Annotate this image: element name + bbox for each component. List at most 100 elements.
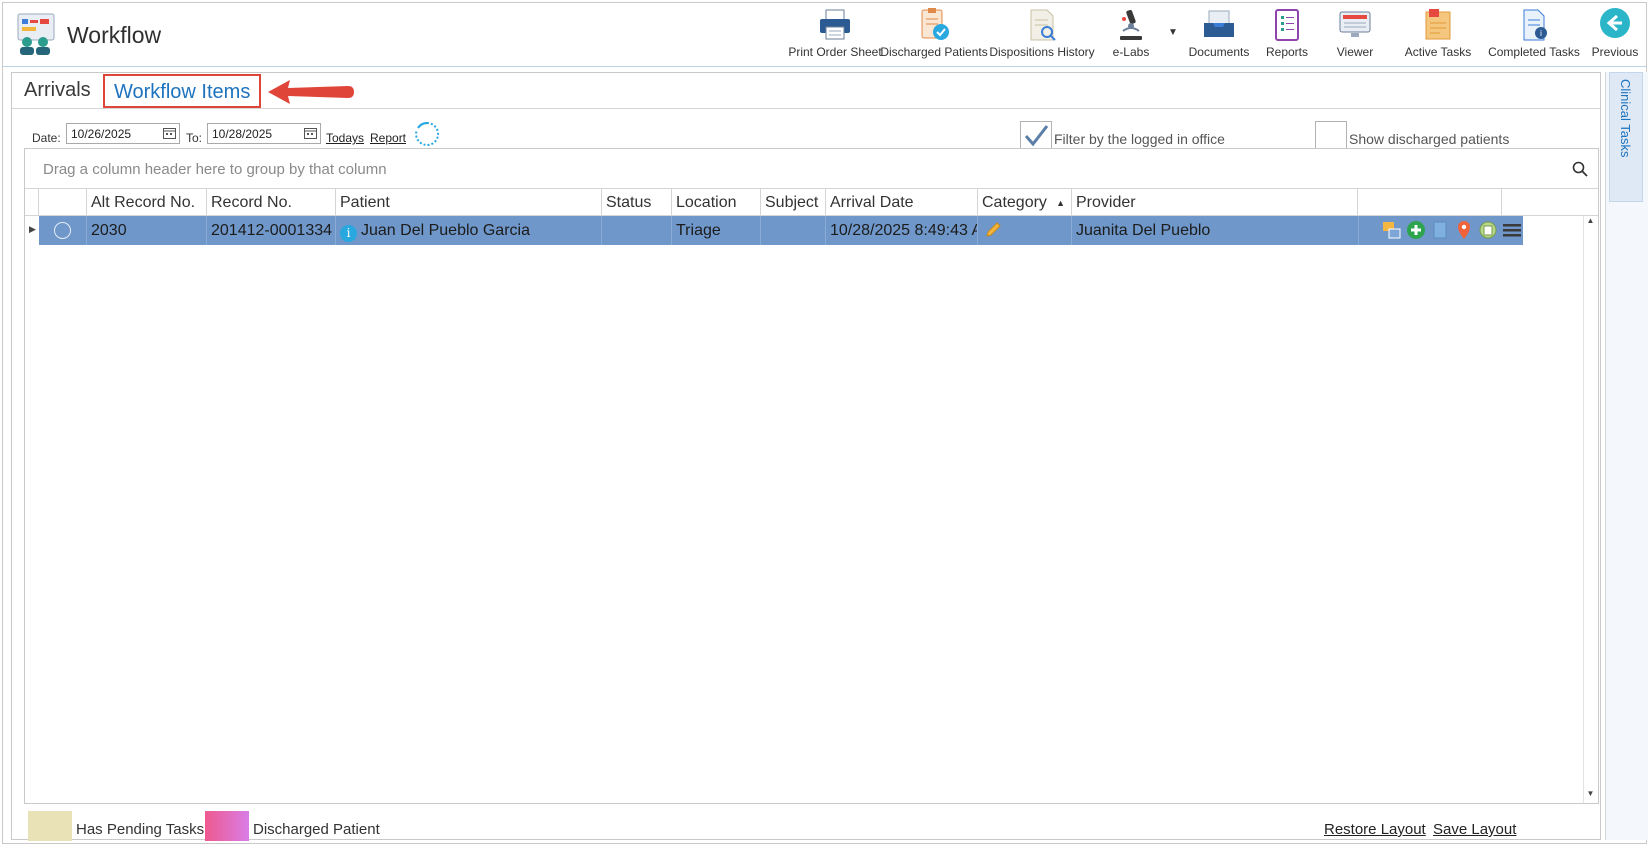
dispositions-history-icon: [1030, 9, 1056, 41]
annotation-arrow-icon: [268, 80, 354, 104]
report-link[interactable]: Report: [370, 131, 406, 145]
table-row[interactable]: 2030 201412-0001334 i Juan Del Pueblo Gar…: [39, 216, 1523, 245]
header-category-label: Category: [982, 194, 1047, 211]
toolbar-label: Previous: [1591, 45, 1639, 59]
microscope-icon: [1120, 9, 1142, 40]
chevron-down-icon: ▼: [1168, 27, 1178, 38]
header-patient[interactable]: Patient: [336, 189, 602, 216]
completed-tasks-icon: i: [1523, 9, 1547, 41]
e-labs-button[interactable]: e-Labs: [1098, 7, 1164, 63]
clinical-tasks-tab[interactable]: Clinical Tasks: [1609, 72, 1643, 202]
todays-link[interactable]: Todays: [326, 131, 364, 145]
tab-workflow-items[interactable]: Workflow Items: [114, 81, 250, 104]
transfer-icon[interactable]: [1382, 219, 1402, 241]
main-toolbar: Print Order Sheet Discharged Patients Di…: [788, 7, 1646, 65]
notes-icon[interactable]: [1478, 219, 1498, 241]
cell-subject: [761, 216, 826, 245]
header-status[interactable]: Status: [602, 189, 672, 216]
active-tasks-icon: [1425, 9, 1451, 40]
discharged-patient-swatch: [205, 811, 249, 841]
checkmark-icon: [1024, 125, 1049, 147]
row-action-icons: [1379, 219, 1523, 243]
calendar-icon[interactable]: [163, 127, 176, 139]
date-to-input[interactable]: 10/28/2025: [207, 123, 321, 144]
calendar-icon[interactable]: [304, 127, 317, 139]
grid-footer: Has Pending Tasks Discharged Patient Res…: [12, 808, 1600, 841]
filter-office-label: Filter by the logged in office: [1054, 131, 1225, 147]
header-category[interactable]: Category ▲: [978, 189, 1072, 216]
workflow-main-panel: Arrivals Workflow Items Date: 10/26/2025…: [11, 72, 1601, 841]
header-record-no[interactable]: Record No.: [207, 189, 336, 216]
reports-button[interactable]: Reports: [1256, 7, 1318, 63]
date-to-value: 10/28/2025: [212, 127, 273, 141]
header-arrival-date[interactable]: Arrival Date: [826, 189, 978, 216]
active-tasks-button[interactable]: Active Tasks: [1392, 7, 1484, 63]
header-subject[interactable]: Subject: [761, 189, 826, 216]
pending-tasks-swatch: [28, 811, 72, 841]
date-label: Date:: [32, 131, 61, 145]
previous-button[interactable]: Previous: [1584, 7, 1646, 63]
header-provider[interactable]: Provider: [1072, 189, 1358, 216]
header-location[interactable]: Location: [672, 189, 761, 216]
column-header-row: Alt Record No. Record No. Patient Status…: [25, 189, 1598, 216]
cell-provider: Juanita Del Pueblo: [1072, 216, 1359, 245]
e-labs-dropdown[interactable]: ▼: [1164, 7, 1182, 63]
toolbar-label: Completed Tasks: [1488, 45, 1580, 59]
toolbar-label: Reports: [1265, 45, 1309, 59]
toolbar-label: e-Labs: [1112, 45, 1150, 59]
cell-status: [602, 216, 672, 245]
toolbar-label: Documents: [1188, 45, 1250, 59]
app-header: Workflow Print Order Sheet Discharged Pa…: [3, 3, 1646, 67]
app-window: Workflow Print Order Sheet Discharged Pa…: [2, 2, 1648, 844]
sort-ascending-icon: ▲: [1056, 198, 1065, 208]
patient-name: Juan Del Pueblo Garcia: [361, 222, 530, 239]
date-from-input[interactable]: 10/26/2025: [66, 123, 180, 144]
printer-icon: [820, 9, 850, 40]
save-layout-link[interactable]: Save Layout: [1433, 821, 1516, 838]
toolbar-label: Discharged Patients: [880, 45, 988, 59]
documents-button[interactable]: Documents: [1182, 7, 1256, 63]
side-panel-rail: Clinical Tasks: [1605, 72, 1648, 840]
toolbar-label: Dispositions History: [989, 45, 1095, 59]
header-select-column[interactable]: [39, 189, 87, 216]
filter-office-checkbox[interactable]: [1020, 121, 1052, 151]
row-select-radio[interactable]: [54, 222, 71, 239]
show-discharged-label: Show discharged patients: [1349, 131, 1510, 147]
app-title: Workflow: [67, 22, 162, 48]
add-circle-icon[interactable]: [1406, 219, 1426, 241]
cell-record-no: 201412-0001334: [207, 216, 336, 245]
current-row-indicator-icon: ▶: [29, 224, 36, 234]
cell-alt-record-no: 2030: [87, 216, 207, 245]
show-discharged-checkbox[interactable]: [1315, 121, 1347, 151]
patient-info-icon[interactable]: i: [340, 225, 357, 242]
back-arrow-icon: [1600, 8, 1630, 38]
pencil-edit-icon[interactable]: [984, 221, 1002, 239]
row-select-cell[interactable]: [39, 216, 87, 245]
toolbar-label: Viewer: [1336, 45, 1374, 59]
reports-icon: [1275, 9, 1299, 41]
completed-tasks-button[interactable]: i Completed Tasks: [1484, 7, 1584, 63]
refresh-icon[interactable]: [414, 121, 440, 147]
grid-vertical-scrollbar[interactable]: ▲ ▼: [1583, 216, 1598, 803]
location-pin-icon[interactable]: [1454, 219, 1474, 241]
scroll-up-icon[interactable]: ▲: [1583, 216, 1598, 230]
group-by-panel[interactable]: Drag a column header here to group by th…: [25, 149, 1598, 189]
discharged-patients-button[interactable]: Discharged Patients: [880, 7, 988, 63]
header-indicator-column: [25, 189, 39, 216]
print-order-sheet-button[interactable]: Print Order Sheet: [788, 7, 882, 63]
dispositions-history-button[interactable]: Dispositions History: [986, 7, 1098, 63]
restore-layout-link[interactable]: Restore Layout: [1324, 821, 1426, 838]
tab-strip: Arrivals Workflow Items: [12, 73, 1600, 109]
viewer-button[interactable]: Viewer: [1318, 7, 1392, 63]
tab-arrivals[interactable]: Arrivals: [24, 79, 91, 102]
toolbar-label: Print Order Sheet: [788, 45, 882, 59]
search-icon[interactable]: [1572, 161, 1588, 177]
menu-icon[interactable]: [1502, 219, 1522, 241]
pending-tasks-legend: Has Pending Tasks: [76, 821, 205, 838]
scroll-down-icon[interactable]: ▼: [1583, 789, 1598, 803]
header-alt-record-no[interactable]: Alt Record No.: [87, 189, 207, 216]
document-icon[interactable]: [1430, 219, 1450, 241]
documents-tray-icon: [1204, 10, 1234, 37]
clinical-tasks-label: Clinical Tasks: [1618, 79, 1633, 158]
svg-text:i: i: [1540, 29, 1542, 38]
